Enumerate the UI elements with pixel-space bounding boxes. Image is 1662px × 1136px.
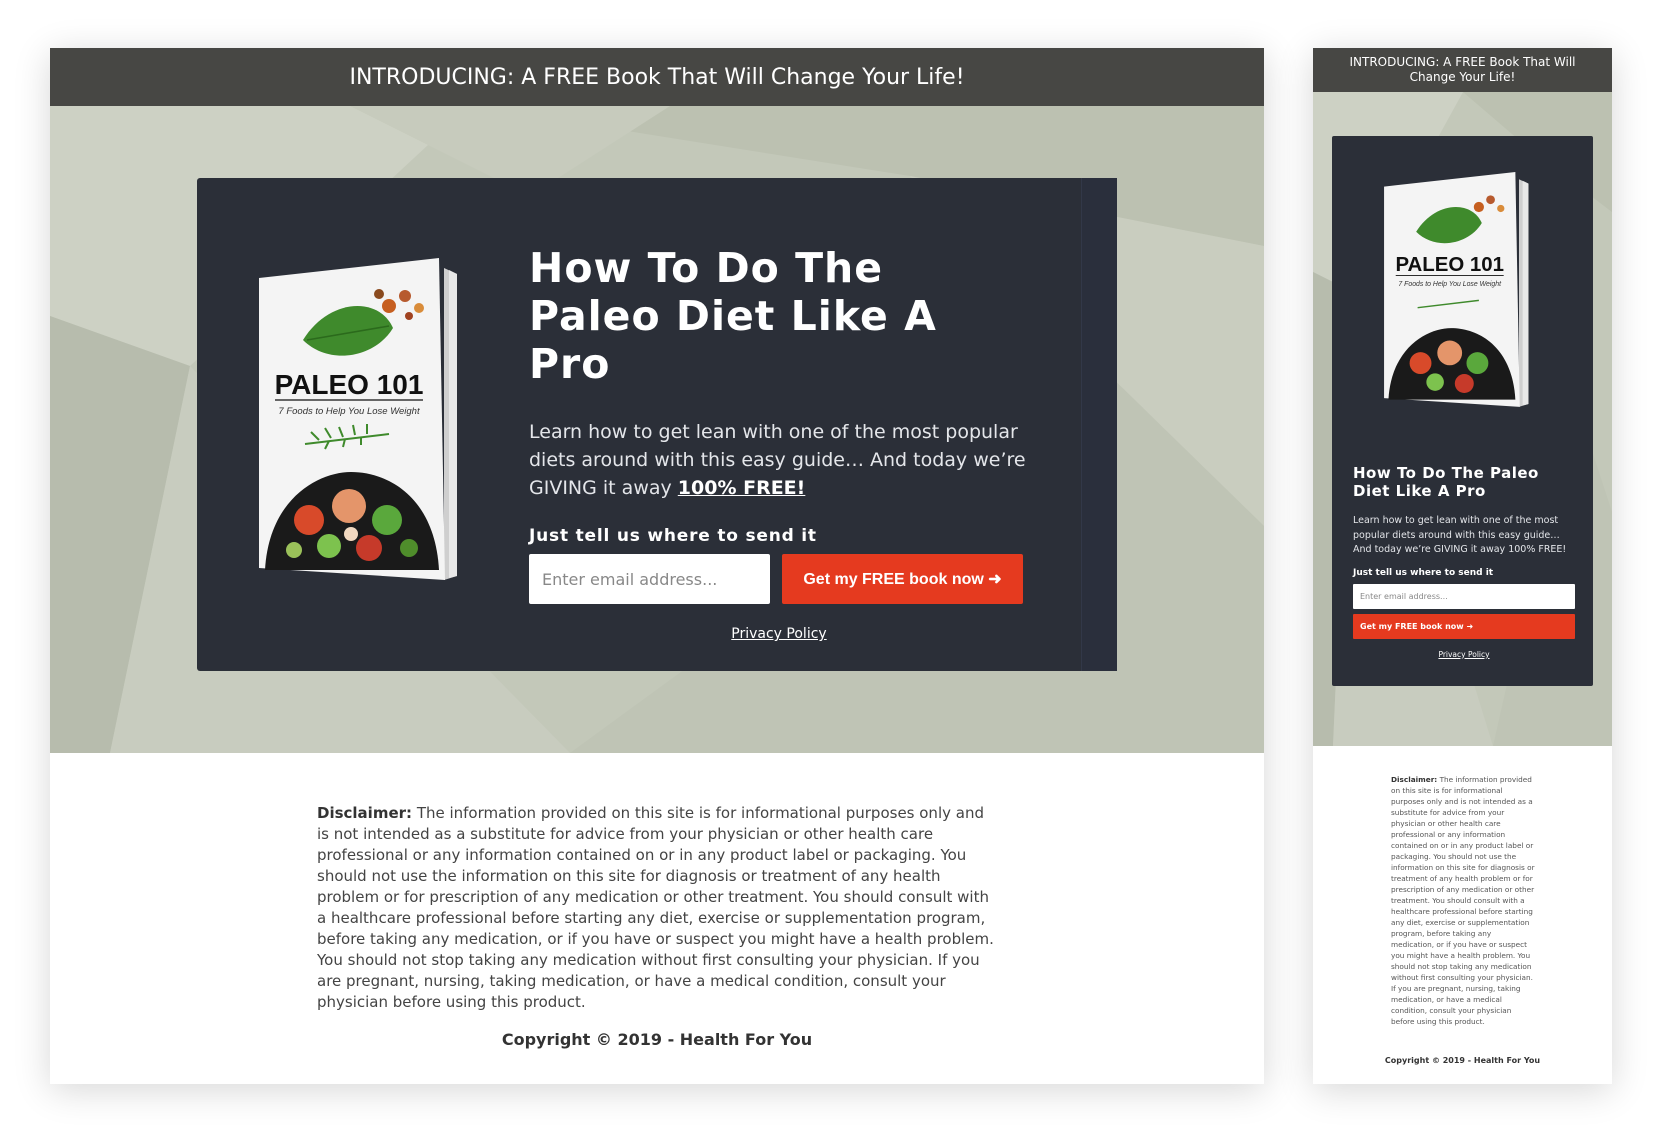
- mobile-book-title: PALEO 101: [1395, 254, 1503, 276]
- mobile-preview: INTRODUCING: A FREE Book That Will Chang…: [1313, 48, 1612, 1084]
- mobile-lead-paragraph: Learn how to get lean with one of the mo…: [1353, 514, 1575, 558]
- mobile-headline: How To Do The Paleo Diet Like A Pro: [1353, 464, 1539, 500]
- disclaimer: Disclaimer: The information provided on …: [317, 803, 997, 1013]
- email-placeholder: Enter email address...: [542, 569, 718, 589]
- mobile-privacy-policy-link[interactable]: Privacy Policy: [1353, 650, 1575, 659]
- mobile-disclaimer-text: The information provided on this site is…: [1391, 775, 1535, 1026]
- mobile-announcement-text: INTRODUCING: A FREE Book That Will Chang…: [1349, 55, 1576, 84]
- mobile-email-input[interactable]: Enter email address...: [1353, 583, 1575, 609]
- mobile-announcement-bar: INTRODUCING: A FREE Book That Will Chang…: [1313, 48, 1612, 92]
- mobile-email-placeholder: Enter email address...: [1360, 591, 1448, 601]
- book-title: PALEO 101: [275, 369, 424, 400]
- mobile-book-cover-image: PALEO 101 7 Foods to Help You Lose Weigh…: [1384, 172, 1529, 407]
- disclaimer-label: Disclaimer:: [317, 804, 413, 822]
- book-subtitle: 7 Foods to Help You Lose Weight: [278, 406, 420, 417]
- announcement-text: INTRODUCING: A FREE Book That Will Chang…: [349, 64, 965, 90]
- mobile-disclaimer-label: Disclaimer:: [1391, 775, 1438, 784]
- mobile-hero-copy: How To Do The Paleo Diet Like A Pro Lear…: [1353, 464, 1575, 659]
- form-prompt: Just tell us where to send it: [529, 526, 817, 546]
- mobile-get-book-button[interactable]: Get my FREE book now ➜: [1353, 613, 1575, 639]
- lead-emphasis: 100% FREE!: [677, 477, 806, 499]
- headline: How To Do The Paleo Diet Like A Pro: [529, 244, 937, 388]
- optin-card: PALEO 101 7 Foods to Help You Lose Weigh…: [197, 178, 1117, 671]
- mobile-disclaimer: Disclaimer: The information provided on …: [1391, 774, 1536, 1027]
- mobile-copyright: Copyright © 2019 - Health For You: [1384, 1056, 1541, 1065]
- disclaimer-text: The information provided on this site is…: [317, 804, 994, 1011]
- optin-form: Enter email address... Get my FREE book …: [529, 554, 1029, 604]
- hero-section: PALEO 101 7 Foods to Help You Lose Weigh…: [50, 106, 1264, 753]
- hero-copy: How To Do The Paleo Diet Like A Pro Lear…: [529, 244, 1029, 642]
- book-cover-image: PALEO 101 7 Foods to Help You Lose Weigh…: [259, 258, 457, 580]
- mobile-lead-emphasis: 100% FREE!: [1508, 544, 1567, 555]
- privacy-policy-link[interactable]: Privacy Policy: [529, 626, 1029, 642]
- mobile-hero-section: PALEO 101 7 Foods to Help You Lose Weigh…: [1313, 92, 1612, 746]
- announcement-bar: INTRODUCING: A FREE Book That Will Chang…: [50, 48, 1264, 106]
- copyright: Copyright © 2019 - Health For You: [501, 1030, 813, 1049]
- lead-paragraph: Learn how to get lean with one of the mo…: [529, 418, 1029, 502]
- email-input[interactable]: Enter email address...: [529, 554, 770, 604]
- card-edge: [1081, 178, 1117, 671]
- desktop-preview: INTRODUCING: A FREE Book That Will Chang…: [50, 48, 1264, 1084]
- mobile-optin-card: PALEO 101 7 Foods to Help You Lose Weigh…: [1332, 136, 1593, 686]
- mobile-form-prompt: Just tell us where to send it: [1353, 567, 1494, 578]
- mobile-book-subtitle: 7 Foods to Help You Lose Weight: [1398, 281, 1502, 288]
- get-book-button[interactable]: Get my FREE book now ➜: [782, 554, 1023, 604]
